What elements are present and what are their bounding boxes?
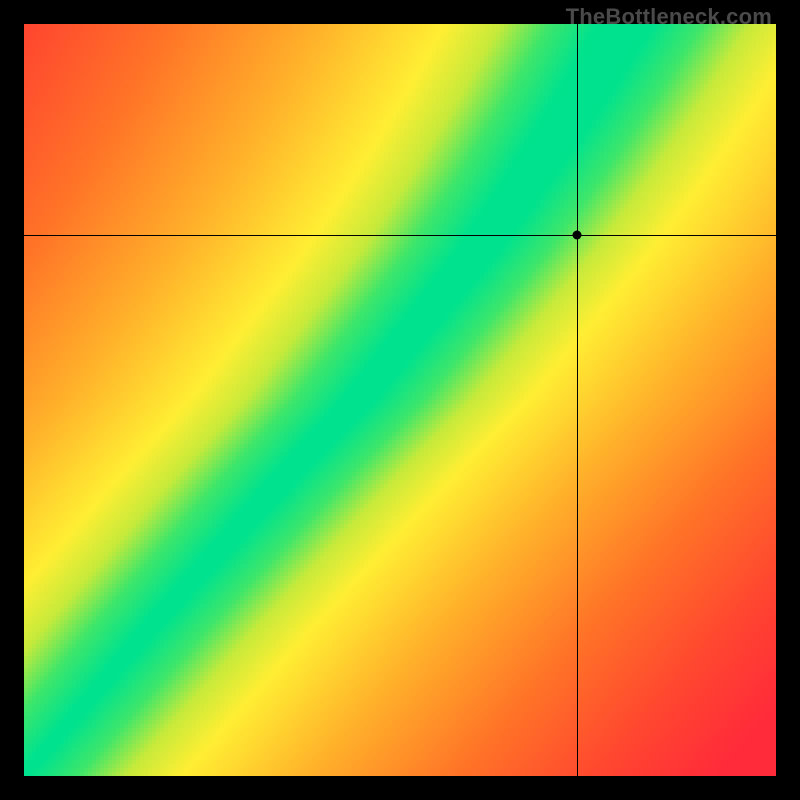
crosshair-horizontal xyxy=(24,235,776,236)
watermark-label: TheBottleneck.com xyxy=(566,4,772,30)
heatmap-plot xyxy=(24,24,776,776)
chart-frame: TheBottleneck.com xyxy=(0,0,800,800)
heatmap-canvas xyxy=(24,24,776,776)
marker-dot xyxy=(572,230,581,239)
crosshair-vertical xyxy=(577,24,578,776)
